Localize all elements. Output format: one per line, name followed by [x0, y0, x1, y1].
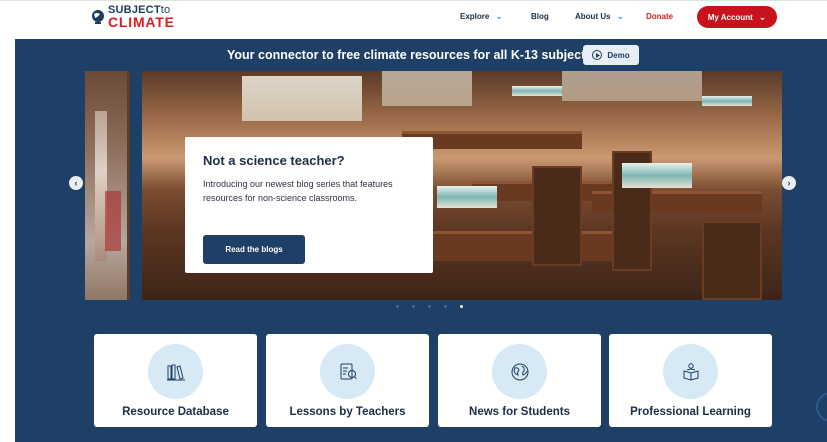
carousel-dot-2[interactable]	[412, 305, 415, 308]
category-label: Resource Database	[122, 406, 229, 418]
nav-blog[interactable]: Blog	[531, 1, 549, 31]
play-icon	[592, 50, 603, 60]
carousel-previous-slide-image	[85, 71, 130, 300]
globe-icon	[492, 344, 547, 399]
carousel-title: Not a science teacher?	[203, 153, 345, 168]
chevron-right-icon[interactable]: ›	[782, 176, 796, 190]
demo-button[interactable]: Demo	[583, 45, 639, 65]
library-books-icon	[148, 344, 203, 399]
carousel-caption-card: Not a science teacher? Introducing our n…	[185, 137, 433, 273]
carousel-indicators	[396, 305, 463, 308]
carousel-dot-1[interactable]	[396, 305, 399, 308]
category-label: Lessons by Teachers	[289, 406, 406, 418]
site-logo[interactable]: SUBJECTto CLIMATE	[90, 4, 175, 30]
category-card-news-for-students[interactable]: News for Students	[438, 334, 601, 427]
nav-donate-label: Donate	[646, 11, 674, 21]
nav-blog-label: Blog	[531, 11, 549, 21]
nav-about-label: About Us	[575, 11, 611, 21]
chevron-down-icon: ⌄	[616, 10, 625, 21]
lesson-plan-icon	[320, 344, 375, 399]
globe-logo-icon	[92, 10, 104, 24]
chevron-down-icon: ⌄	[495, 10, 503, 21]
nav-explore-label: Explore	[460, 11, 490, 21]
chevron-down-icon: ⌄	[758, 11, 767, 22]
category-card-resource-database[interactable]: Resource Database	[94, 334, 257, 427]
my-account-label: My Account	[707, 12, 753, 22]
category-card-lessons-by-teachers[interactable]: Lessons by Teachers	[266, 334, 429, 427]
hero-tagline: Your connector to free climate resources…	[227, 48, 596, 62]
demo-label: Demo	[607, 50, 630, 60]
reading-teacher-icon	[663, 344, 718, 399]
category-card-professional-learning[interactable]: Professional Learning	[609, 334, 772, 427]
category-label: Professional Learning	[630, 406, 751, 418]
nav-donate[interactable]: Donate	[646, 1, 673, 31]
carousel-dot-4[interactable]	[444, 305, 447, 308]
read-blogs-button[interactable]: Read the blogs	[203, 235, 305, 264]
carousel-body: Introducing our newest blog series that …	[203, 179, 393, 203]
nav-explore[interactable]: Explore ⌄	[460, 1, 503, 31]
carousel-dot-5[interactable]	[460, 305, 463, 308]
logo-climate-text: CLIMATE	[108, 14, 175, 30]
nav-about-us[interactable]: About Us ⌄	[575, 1, 624, 31]
my-account-button[interactable]: My Account ⌄	[697, 6, 777, 28]
carousel-dot-3[interactable]	[428, 305, 431, 308]
chevron-left-icon[interactable]: ‹	[69, 176, 83, 190]
category-label: News for Students	[469, 406, 570, 418]
site-header: SUBJECTto CLIMATE Explore ⌄ Blog About U…	[0, 0, 827, 32]
